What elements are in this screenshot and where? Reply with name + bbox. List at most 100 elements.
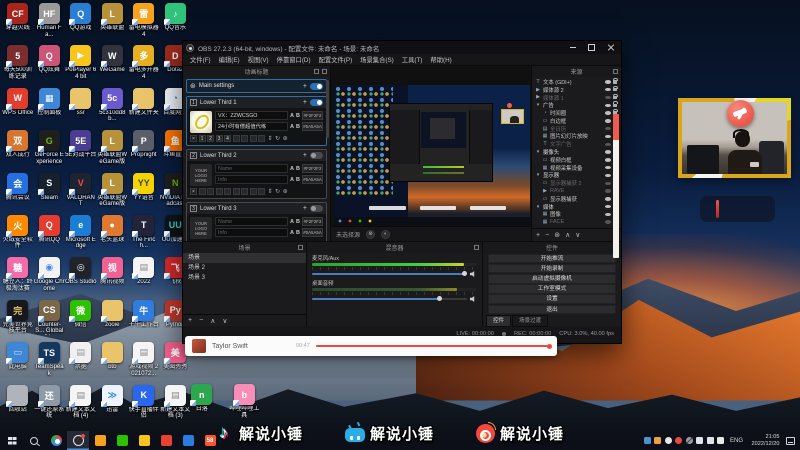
slot-button[interactable]: [232, 188, 240, 195]
desktop-icon[interactable]: W WPS Office: [2, 87, 34, 130]
preview-canvas[interactable]: [334, 85, 530, 225]
font-b-button[interactable]: B: [296, 230, 300, 236]
clear-slot-button[interactable]: ×: [190, 188, 197, 195]
slot-button[interactable]: [258, 135, 265, 142]
font-a-button[interactable]: A: [290, 166, 294, 172]
source-row[interactable]: ▶ RAVE: [532, 187, 621, 195]
desktop-icon[interactable]: Q QQ炫舞: [34, 45, 66, 87]
visibility-eye-icon[interactable]: [605, 126, 611, 131]
obs-title-bar[interactable]: OBS 27.2.3 (64-bit, windows) - 配置文件: 未命名…: [183, 41, 621, 54]
remove-source-button[interactable]: −: [545, 232, 549, 239]
name-color-chip[interactable]: #F2F2F2: [302, 164, 323, 173]
volume-slider[interactable]: [312, 296, 467, 302]
desktop-icon[interactable]: 双 双人成行: [2, 130, 34, 172]
font-b-button[interactable]: B: [296, 124, 300, 130]
lower-third-header[interactable]: 3 Lower Third 3 +: [187, 203, 326, 214]
control-button[interactable]: 退出: [488, 304, 616, 315]
desktop-icon[interactable]: Q QQ游戏: [65, 3, 97, 45]
tray-icon[interactable]: [675, 437, 683, 444]
taskbar-app-button[interactable]: [111, 431, 133, 450]
font-b-button[interactable]: B: [296, 219, 300, 225]
float-dock-icon[interactable]: [474, 245, 479, 250]
name-color-chip[interactable]: #F2F2F2: [302, 217, 323, 226]
move-up-button[interactable]: ∧: [210, 317, 215, 325]
name-color-chip[interactable]: #F2F2F2: [302, 111, 323, 120]
visibility-eye-icon[interactable]: [605, 197, 611, 201]
desktop-icon[interactable]: 多 雷电多开器4: [128, 45, 160, 87]
desktop-icon[interactable]: P Propnight: [128, 130, 160, 172]
close-dock-icon[interactable]: [322, 69, 327, 74]
minimize-button[interactable]: [565, 42, 580, 53]
slot-button[interactable]: [207, 188, 214, 195]
source-row[interactable]: ▦ 图像: [532, 210, 621, 218]
desktop-icon[interactable]: 5c 5c310dd8b...: [97, 87, 129, 130]
desktop-icon[interactable]: ▤ 2022: [128, 257, 160, 299]
source-row[interactable]: ◔ 时间圈: [532, 109, 621, 117]
desktop-icon[interactable]: 5E 5E对战平台: [65, 130, 97, 172]
speaker-icon[interactable]: [470, 271, 475, 277]
slot-button[interactable]: [241, 188, 248, 195]
control-button[interactable]: 工作室模式: [488, 284, 616, 294]
desktop-icon[interactable]: 视 腾讯视频: [97, 257, 129, 299]
desktop-icon[interactable]: 雷 雷电模拟器4: [128, 3, 160, 45]
add-source-button[interactable]: +: [536, 232, 540, 239]
source-properties-button[interactable]: ⊛: [554, 231, 560, 239]
lock-icon[interactable]: [613, 93, 618, 100]
source-row[interactable]: T 文本 (GDI+): [532, 78, 621, 86]
desktop-icon[interactable]: L 英雄联盟: [97, 3, 129, 45]
tray-icon[interactable]: [685, 437, 693, 444]
slot-button[interactable]: [198, 188, 206, 195]
action-center-icon[interactable]: [786, 436, 795, 445]
source-row[interactable]: ▾ 显示器: [532, 171, 621, 179]
taskbar-app-button[interactable]: [67, 431, 89, 450]
source-row[interactable]: ▾ 媒体: [532, 202, 621, 211]
lower-third-header[interactable]: 1 Lower Third 1 +: [187, 97, 326, 108]
tray-icon[interactable]: [654, 437, 662, 444]
desktop-icon[interactable]: 5 每天500训练记录: [2, 45, 34, 87]
reorder-icon[interactable]: ⇕: [268, 135, 273, 142]
dock-header-icons[interactable]: [314, 69, 327, 74]
desktop-icon[interactable]: e Microsoft Edge: [65, 214, 97, 257]
desktop-icon[interactable]: 微 微信: [65, 299, 97, 342]
desktop-icon[interactable]: TS TeamSpeak: [34, 342, 66, 384]
font-a-button[interactable]: A: [290, 113, 294, 119]
clock[interactable]: 21:05 2022/12/20: [749, 434, 783, 447]
visibility-eye-icon[interactable]: [605, 150, 611, 154]
menu-item[interactable]: 编辑(E): [215, 55, 244, 64]
settings-icon[interactable]: ⊛: [283, 135, 288, 142]
desktop-icon[interactable]: btb: [97, 342, 129, 384]
desktop-icon[interactable]: L 英雄联盟WeGame版: [97, 130, 129, 172]
menu-item[interactable]: 工具(T): [398, 55, 427, 64]
add-icon[interactable]: +: [303, 152, 307, 159]
desktop-icon[interactable]: n 日落: [186, 384, 218, 419]
visibility-eye-icon[interactable]: [605, 173, 611, 178]
scene-row[interactable]: 场景 3: [183, 273, 306, 283]
desktop-icon[interactable]: 火 火绒安全软件: [2, 214, 34, 257]
slot-button[interactable]: [215, 188, 223, 195]
menu-item[interactable]: 停靠窗口(D): [273, 55, 315, 64]
slot-button[interactable]: 1: [198, 135, 206, 142]
desktop-icon[interactable]: CF 穿越火线: [2, 3, 34, 45]
scene-row[interactable]: 场景: [183, 253, 306, 263]
visibility-eye-icon[interactable]: [605, 189, 611, 193]
desktop-icon[interactable]: ▦ 控制面板: [34, 87, 66, 130]
tray-icon[interactable]: [696, 437, 704, 444]
float-dock-icon[interactable]: [298, 245, 303, 250]
source-row[interactable]: ▦ 图片幻灯片放映: [532, 132, 621, 140]
desktop-icon[interactable]: T The Finch...: [128, 214, 160, 257]
visibility-eye-icon[interactable]: [605, 103, 611, 108]
desktop-icon[interactable]: G GeForce Experience: [34, 130, 66, 172]
source-row[interactable]: ▦ FACE: [532, 218, 621, 226]
refresh-icon[interactable]: ↻: [275, 135, 280, 142]
source-row[interactable]: ▦ 视频采集设备: [532, 163, 621, 172]
desktop-icon[interactable]: ▤ 新建文本文档 (4): [65, 384, 97, 427]
source-row[interactable]: ▾ 广告: [532, 101, 621, 109]
desktop-icon[interactable]: ▤ 游戏视频 2021072...: [128, 342, 160, 384]
desktop-icon[interactable]: zooie: [97, 299, 129, 342]
lower-thirds-dock-header[interactable]: 动画标题: [183, 66, 330, 77]
source-properties-button[interactable]: ⊛: [366, 229, 376, 239]
clear-slot-button[interactable]: ×: [190, 135, 197, 142]
dock-tab[interactable]: 场景过渡: [512, 315, 549, 328]
sources-dock-header[interactable]: 来源: [532, 66, 621, 77]
volume-slider[interactable]: [312, 271, 467, 277]
